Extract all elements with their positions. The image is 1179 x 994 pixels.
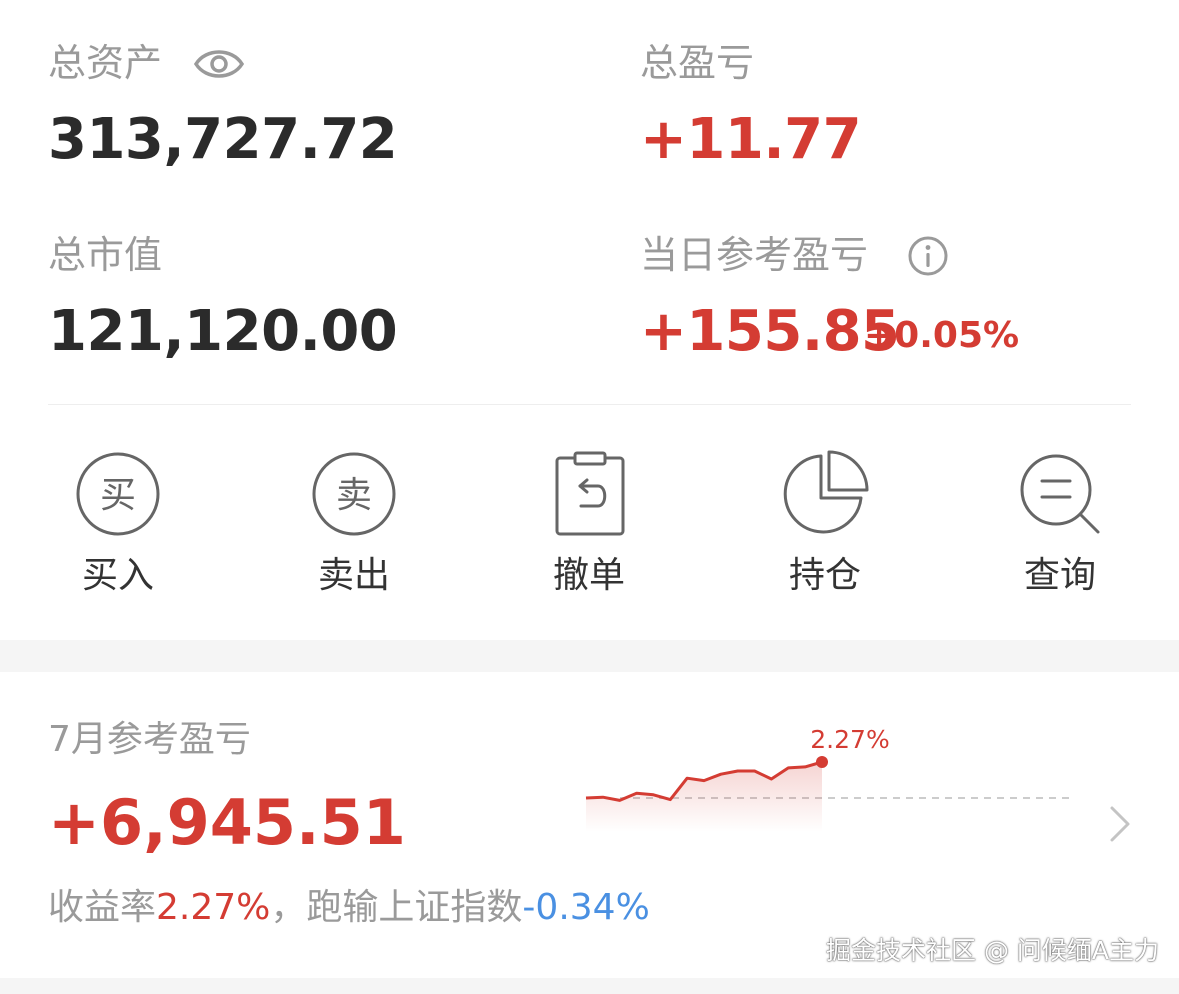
- bottom-gap: [0, 978, 1179, 994]
- buy-icon-glyph: 买: [100, 475, 136, 516]
- sell-icon: 卖: [312, 452, 396, 536]
- watermark: 掘金技术社区 @ 问候缅A主力: [826, 936, 1159, 965]
- market-value-label: 总市值: [48, 233, 163, 277]
- sparkline-end-point: [816, 756, 828, 768]
- benchmark-label: 跑输上证指数: [306, 887, 523, 928]
- total-assets-label: 总资产: [48, 41, 163, 85]
- positions-button[interactable]: 持仓: [755, 450, 895, 610]
- today-pnl-value: +155.85: [640, 299, 900, 364]
- buy-button[interactable]: 买 买入: [48, 450, 188, 610]
- yield-label: 收益率: [48, 887, 157, 928]
- cancel-order-button[interactable]: 撤单: [519, 450, 659, 610]
- market-value-value: 121,120.00: [48, 299, 398, 364]
- info-icon[interactable]: [906, 234, 950, 278]
- monthly-pnl-label: 7月参考盈亏: [48, 719, 251, 760]
- monthly-pnl-value: +6,945.51: [48, 786, 406, 859]
- query-button[interactable]: 查询: [990, 450, 1130, 610]
- today-pnl-percent: +0.05%: [864, 315, 1020, 356]
- total-pnl-value: +11.77: [640, 107, 862, 172]
- search-icon: [1020, 454, 1100, 534]
- yield-value: 2.27%: [156, 887, 271, 928]
- cancel-order-label: 撤单: [552, 555, 625, 596]
- total-pnl-label: 总盈亏: [640, 41, 755, 85]
- account-summary-card: 总资产 313,727.72 总盈亏 +11.77 总市值 121,120.00…: [0, 0, 1179, 640]
- chevron-right-icon[interactable]: [1104, 804, 1134, 844]
- sell-label: 卖出: [317, 555, 390, 596]
- eye-icon[interactable]: [192, 42, 246, 86]
- monthly-sparkline: 2.27%: [585, 725, 1075, 832]
- divider: [48, 404, 1131, 405]
- buy-icon: 买: [76, 452, 160, 536]
- positions-label: 持仓: [788, 555, 861, 596]
- query-label: 查询: [1023, 555, 1096, 596]
- sell-button[interactable]: 卖 卖出: [284, 450, 424, 610]
- cancel-order-icon: [555, 451, 625, 536]
- separator: ，: [270, 887, 307, 928]
- pie-chart-icon: [783, 450, 869, 534]
- sell-icon-glyph: 卖: [336, 475, 372, 516]
- buy-label: 买入: [81, 555, 154, 596]
- today-pnl-label: 当日参考盈亏: [640, 233, 869, 277]
- section-gap: [0, 640, 1179, 672]
- benchmark-value: -0.34%: [522, 887, 650, 928]
- yield-line: 收益率2.27%，跑输上证指数-0.34%: [48, 890, 650, 926]
- total-assets-value: 313,727.72: [48, 107, 398, 172]
- assets-page: 总资产 313,727.72 总盈亏 +11.77 总市值 121,120.00…: [0, 0, 1179, 994]
- sparkline-end-label: 2.27%: [810, 725, 889, 754]
- monthly-pnl-card[interactable]: 7月参考盈亏 +6,945.51 收益率2.27%，跑输上证指数-0.34% 2…: [0, 672, 1179, 978]
